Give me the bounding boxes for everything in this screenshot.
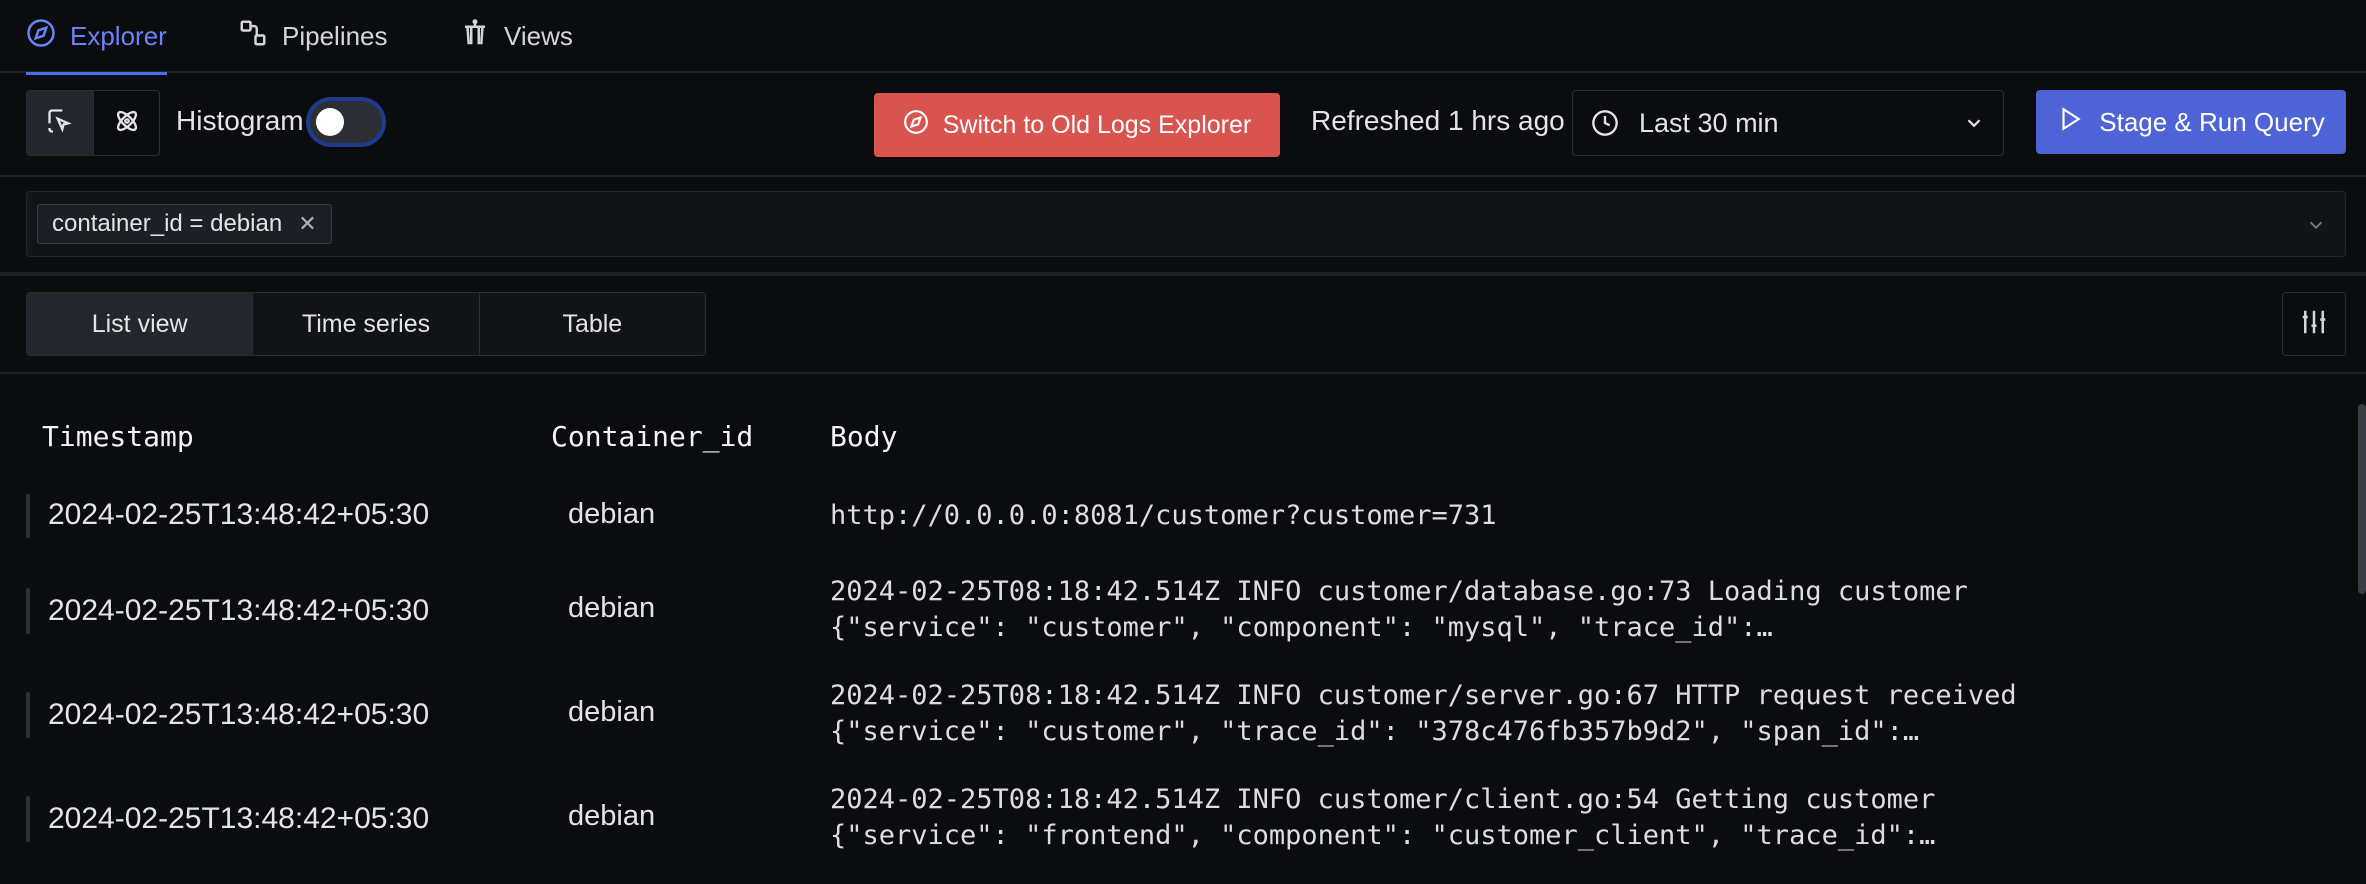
atom-icon <box>113 107 141 140</box>
chevron-down-icon[interactable] <box>2305 214 2327 236</box>
filter-chip[interactable]: container_id = debian ✕ <box>37 204 332 244</box>
row-severity-bar <box>26 494 30 538</box>
table-row[interactable]: 2024-02-25T13:48:42+05:30 debian http://… <box>0 490 2340 540</box>
section-divider <box>0 272 2366 276</box>
row-timestamp: 2024-02-25T13:48:42+05:30 <box>48 594 430 627</box>
row-body-line: {"service": "customer", "component": "my… <box>830 612 1773 643</box>
tab-views[interactable]: Views <box>460 0 573 73</box>
toggle-knob <box>316 108 344 136</box>
sliders-icon <box>2299 307 2329 342</box>
chevron-down-icon <box>1963 112 1985 134</box>
pipeline-icon <box>238 18 268 55</box>
row-body-line: http://0.0.0.0:8081/customer?customer=73… <box>830 500 1497 531</box>
row-body: http://0.0.0.0:8081/customer?customer=73… <box>830 498 1496 534</box>
switch-old-explorer-button[interactable]: Switch to Old Logs Explorer <box>874 93 1280 157</box>
tab-time-series[interactable]: Time series <box>252 293 479 355</box>
table-row[interactable]: 2024-02-25T13:48:42+05:30 debian 2024-02… <box>0 574 2340 650</box>
row-body-line: 2024-02-25T08:18:42.514Z INFO customer/c… <box>830 784 1936 815</box>
filter-chip-label: container_id = debian <box>52 210 283 237</box>
row-container-id: debian <box>568 800 656 832</box>
row-body-line: 2024-02-25T08:18:42.514Z INFO customer/s… <box>830 680 2017 711</box>
row-body: 2024-02-25T08:18:42.514Z INFO customer/d… <box>830 574 1968 646</box>
column-header-timestamp: Timestamp <box>42 420 194 453</box>
top-navigation: Explorer Pipelines Views <box>0 0 2366 75</box>
tab-explorer[interactable]: Explorer <box>26 0 167 75</box>
row-timestamp: 2024-02-25T13:48:42+05:30 <box>48 698 430 731</box>
views-icon <box>460 18 490 55</box>
row-body-line: {"service": "frontend", "component": "cu… <box>830 820 1936 851</box>
view-tabs: List view Time series Table <box>26 292 706 356</box>
row-body: 2024-02-25T08:18:42.514Z INFO customer/s… <box>830 678 2017 750</box>
format-options-button[interactable] <box>2282 292 2346 356</box>
table-row[interactable]: 2024-02-25T13:48:42+05:30 debian 2024-02… <box>0 678 2340 754</box>
column-header-body: Body <box>830 420 898 453</box>
row-severity-bar <box>26 796 30 842</box>
query-mode-toggle <box>26 90 160 156</box>
row-timestamp: 2024-02-25T13:48:42+05:30 <box>48 498 430 531</box>
stage-run-query-label: Stage & Run Query <box>2099 106 2325 137</box>
vertical-scrollbar[interactable] <box>2358 404 2366 594</box>
row-severity-bar <box>26 588 30 634</box>
close-icon[interactable]: ✕ <box>298 211 316 237</box>
row-body-line: {"service": "customer", "trace_id": "378… <box>830 716 1920 747</box>
stage-run-query-button[interactable]: Stage & Run Query <box>2036 90 2346 154</box>
tab-views-label: Views <box>504 21 573 51</box>
filter-search-bar[interactable]: container_id = debian ✕ <box>26 191 2346 257</box>
table-row[interactable]: 2024-02-25T13:48:42+05:30 debian 2024-02… <box>0 782 2340 858</box>
query-builder-mode-button[interactable] <box>27 91 93 155</box>
row-severity-bar <box>26 692 30 738</box>
switch-old-explorer-label: Switch to Old Logs Explorer <box>942 110 1252 139</box>
tab-table[interactable]: Table <box>478 293 705 355</box>
row-body: 2024-02-25T08:18:42.514Z INFO customer/c… <box>830 782 1935 854</box>
tab-list-view[interactable]: List view <box>27 293 253 355</box>
time-range-select[interactable]: Last 30 min <box>1572 90 2004 156</box>
row-body-line: 2024-02-25T08:18:42.514Z INFO customer/d… <box>830 576 1968 607</box>
compass-icon <box>903 109 929 142</box>
histogram-toggle[interactable] <box>310 101 382 143</box>
row-container-id: debian <box>568 592 656 624</box>
row-container-id: debian <box>568 696 656 728</box>
row-container-id: debian <box>568 498 656 530</box>
play-icon <box>2057 106 2083 139</box>
query-editor-mode-button[interactable] <box>93 91 159 155</box>
refreshed-status: Refreshed 1 hrs ago <box>1311 105 1565 136</box>
time-range-value: Last 30 min <box>1639 107 1779 138</box>
histogram-label: Histogram <box>176 105 304 136</box>
cursor-select-icon <box>46 107 74 140</box>
query-toolbar: Histogram Switch to Old Logs Explorer Re… <box>0 73 2366 177</box>
column-header-container-id: Container_id <box>551 420 754 453</box>
tab-pipelines-label: Pipelines <box>282 21 388 51</box>
clock-icon <box>1591 109 1619 137</box>
section-divider <box>0 372 2366 374</box>
compass-icon <box>26 18 56 55</box>
tab-pipelines[interactable]: Pipelines <box>238 0 388 73</box>
tab-explorer-label: Explorer <box>70 21 167 51</box>
row-timestamp: 2024-02-25T13:48:42+05:30 <box>48 802 430 835</box>
